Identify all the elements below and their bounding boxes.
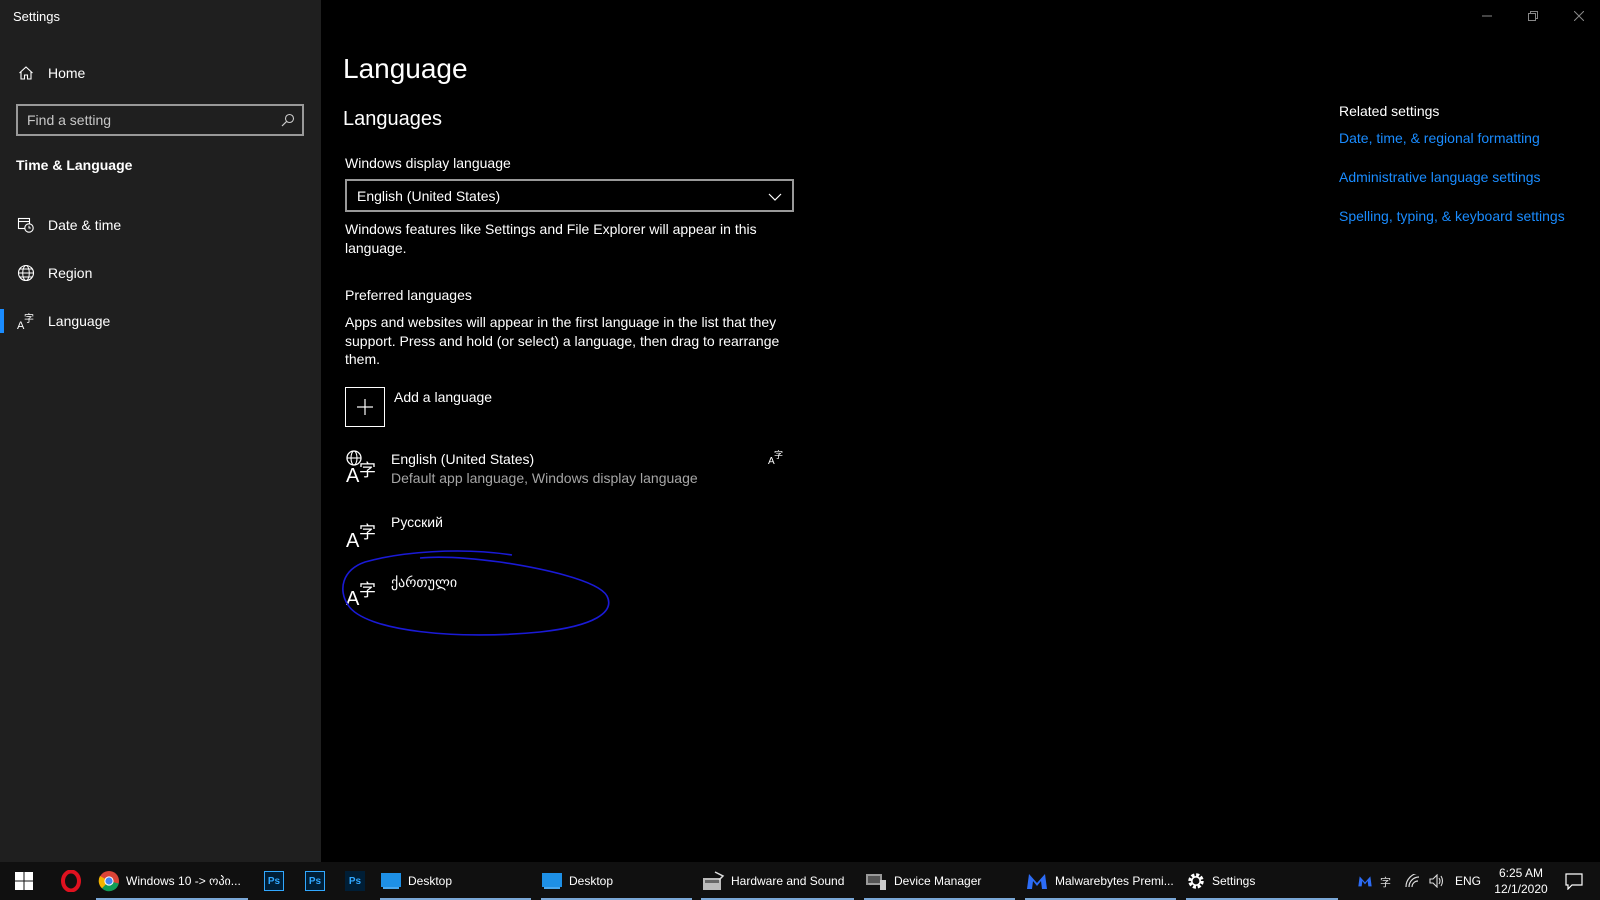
- svg-text:字: 字: [359, 523, 376, 543]
- display-language-dropdown[interactable]: English (United States): [345, 179, 794, 212]
- taskbar-item-label: Desktop: [408, 874, 453, 888]
- device-manager-icon: [866, 874, 886, 890]
- display-language-label: Windows display language: [345, 155, 511, 171]
- minimize-button[interactable]: [1464, 0, 1510, 32]
- desktop-icon: [542, 873, 562, 889]
- svg-text:字: 字: [24, 312, 34, 325]
- display-language-description: Windows features like Settings and File …: [345, 221, 757, 256]
- gear-icon: [1188, 873, 1204, 889]
- photoshop-taskbar-button[interactable]: Ps: [343, 862, 367, 900]
- chrome-taskbar-button[interactable]: Windows 10 -> ოპი...: [96, 862, 248, 900]
- related-settings-title: Related settings: [1339, 103, 1440, 119]
- home-icon: [16, 63, 36, 83]
- malwarebytes-tray-icon[interactable]: [1356, 862, 1374, 900]
- clock-date: 12/1/2020: [1494, 882, 1548, 896]
- preferred-languages-description: Apps and websites will appear in the fir…: [345, 314, 780, 367]
- language-name: Русский: [391, 514, 443, 530]
- volume-icon[interactable]: [1428, 862, 1446, 900]
- language-icon: A字: [345, 514, 381, 552]
- link-regional-formatting[interactable]: Date, time, & regional formatting: [1339, 130, 1540, 146]
- language-item-english[interactable]: A字 English (United States) Default app l…: [345, 449, 785, 491]
- notification-icon: [1565, 873, 1583, 890]
- svg-text:字: 字: [359, 461, 376, 481]
- clock-time: 6:25 AM: [1498, 866, 1544, 880]
- chevron-down-icon: [768, 188, 782, 204]
- hand-drawn-circle-annotation: [342, 550, 610, 636]
- sidebar-item-date-time[interactable]: Date & time: [0, 205, 321, 245]
- add-language-label: Add a language: [394, 389, 493, 405]
- sidebar-item-region[interactable]: Region: [0, 253, 321, 293]
- malwarebytes-icon: [1027, 874, 1047, 889]
- taskbar-item-label: Windows 10 -> ოპი...: [126, 874, 241, 888]
- chrome-icon: [98, 871, 119, 892]
- input-language-button[interactable]: ENG: [1452, 862, 1484, 900]
- restore-button[interactable]: [1510, 0, 1556, 32]
- taskbar-item-label: Desktop: [569, 874, 614, 888]
- plus-icon: [345, 387, 385, 427]
- language-display-icon: A字: [345, 449, 381, 487]
- search-icon[interactable]: [274, 113, 302, 127]
- taskbar-item-label: Hardware and Sound: [731, 874, 845, 888]
- desktop-taskbar-button[interactable]: Desktop: [380, 862, 531, 900]
- hardware-sound-icon: [703, 871, 725, 890]
- globe-icon: [16, 263, 36, 283]
- section-title: Time & Language: [16, 157, 133, 173]
- taskbar-item-label: Malwarebytes Premi...: [1055, 874, 1174, 888]
- dropdown-value: English (United States): [357, 187, 501, 204]
- svg-text:A: A: [346, 465, 360, 485]
- sidebar: Settings Home Time & Language Date & tim…: [0, 0, 321, 862]
- taskbar-item-label: Device Manager: [894, 874, 982, 888]
- sidebar-item-label: Region: [48, 265, 93, 281]
- app-title: Settings: [13, 9, 60, 24]
- windows-logo-icon: [15, 872, 33, 890]
- sidebar-item-label: Home: [48, 65, 86, 81]
- sidebar-item-language[interactable]: A字 Language: [0, 301, 321, 341]
- svg-text:字: 字: [774, 449, 783, 461]
- search-box[interactable]: [16, 104, 304, 136]
- photoshop-icon: Ps: [345, 871, 365, 891]
- input-language: ENG: [1454, 874, 1481, 888]
- sidebar-item-label: Language: [48, 313, 111, 329]
- action-center-button[interactable]: [1556, 862, 1592, 900]
- language-pack-icon: A字: [768, 449, 784, 470]
- add-language-button[interactable]: Add a language: [345, 387, 492, 427]
- sidebar-item-home[interactable]: Home: [0, 53, 321, 93]
- opera-icon: [61, 870, 81, 892]
- desktop-taskbar-button[interactable]: Desktop: [541, 862, 692, 900]
- opera-taskbar-button[interactable]: [54, 862, 88, 900]
- hardware-sound-taskbar-button[interactable]: Hardware and Sound: [701, 862, 854, 900]
- device-manager-taskbar-button[interactable]: Device Manager: [864, 862, 1015, 900]
- taskbar: Windows 10 -> ოპი... Ps Ps Ps Desktop De…: [0, 862, 1600, 900]
- settings-taskbar-button[interactable]: Settings: [1186, 862, 1338, 900]
- language-item-russian[interactable]: A字 Русский: [345, 512, 785, 552]
- close-button[interactable]: [1556, 0, 1600, 32]
- wifi-icon[interactable]: [1404, 862, 1422, 900]
- clock-button[interactable]: 6:25 AM 12/1/2020: [1490, 862, 1552, 900]
- photoshop-taskbar-button[interactable]: Ps: [262, 862, 286, 900]
- svg-text:字: 字: [1380, 875, 1391, 888]
- link-administrative-language[interactable]: Administrative language settings: [1339, 169, 1541, 185]
- active-indicator: [0, 309, 4, 333]
- language-detail: Default app language, Windows display la…: [391, 470, 698, 486]
- section-heading: Languages: [343, 108, 442, 130]
- photoshop-icon: Ps: [264, 871, 284, 891]
- input-indicator-icon[interactable]: 字: [1379, 862, 1397, 900]
- calendar-clock-icon: [16, 215, 36, 235]
- start-button[interactable]: [8, 862, 40, 900]
- desktop-icon: [381, 873, 401, 889]
- search-input[interactable]: [18, 106, 274, 134]
- photoshop-taskbar-button[interactable]: Ps: [303, 862, 327, 900]
- preferred-languages-label: Preferred languages: [345, 287, 472, 303]
- photoshop-icon: Ps: [305, 871, 325, 891]
- language-name: English (United States): [391, 451, 535, 467]
- link-spelling-typing-keyboard[interactable]: Spelling, typing, & keyboard settings: [1339, 208, 1565, 224]
- page-title: Language: [343, 53, 468, 84]
- sidebar-item-label: Date & time: [48, 217, 122, 233]
- language-icon: A字: [16, 311, 36, 331]
- malwarebytes-taskbar-button[interactable]: Malwarebytes Premi...: [1025, 862, 1176, 900]
- taskbar-item-label: Settings: [1212, 874, 1256, 888]
- svg-text:A: A: [346, 530, 360, 550]
